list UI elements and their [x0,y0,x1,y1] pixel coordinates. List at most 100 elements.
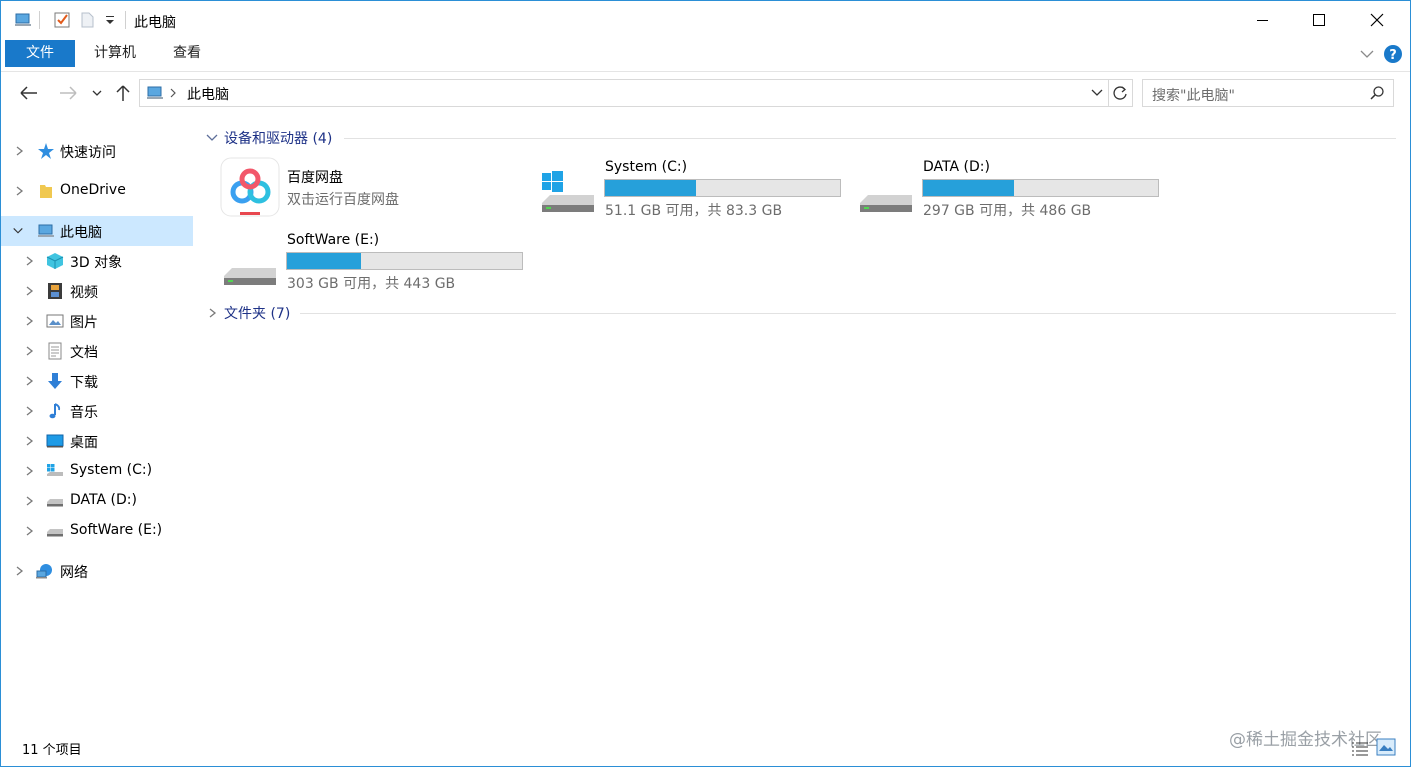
sidebar-item-label: 此电脑 [60,225,102,241]
sidebar-item-label: SoftWare (E:) [70,522,163,538]
close-button[interactable] [1348,1,1406,39]
search-placeholder: 搜索"此电脑" [1152,88,1235,104]
tab-file[interactable]: 文件 [5,40,75,67]
document-icon [48,342,62,360]
chevron-right-icon[interactable] [24,464,36,478]
expand-ribbon-icon[interactable] [1359,47,1375,61]
minimize-button[interactable] [1233,1,1291,39]
content-pane: 设备和驱动器 (4) 百度网盘 双击运行百度网盘 System (C:) 51.… [194,119,1410,739]
close-icon [1370,13,1384,27]
minimize-icon [1257,20,1268,21]
title-bar: 此电脑 [1,1,1410,39]
large-icons-view-icon[interactable] [1376,738,1396,756]
drive-tile-software-e[interactable]: SoftWare (E:) 303 GB 可用，共 443 GB [222,231,532,293]
back-arrow-icon[interactable] [18,84,40,102]
picture-icon [46,314,64,328]
help-icon[interactable]: ? [1383,44,1403,64]
tab-computer[interactable]: 计算机 [83,40,147,67]
maximize-button[interactable] [1290,1,1348,39]
drive-usage-fill [605,180,696,196]
chevron-right-icon[interactable] [14,144,26,158]
refresh-icon [1113,86,1127,100]
properties-icon[interactable] [53,11,71,29]
sidebar-item-quick-access[interactable]: 快速访问 [1,136,193,166]
sidebar-item-label: 快速访问 [60,145,116,161]
chevron-right-icon[interactable] [24,284,36,298]
sidebar-item-system-c[interactable]: System (C:) [1,456,193,486]
drive-icon [224,268,276,285]
chevron-right-icon[interactable] [24,434,36,448]
sidebar-item-network[interactable]: 网络 [1,556,193,586]
svg-text:?: ? [1389,48,1397,63]
network-icon [36,564,52,579]
sidebar-item-label: 图片 [70,315,98,331]
group-header-folders[interactable]: 文件夹 (7) [224,303,290,323]
computer-icon [147,86,163,99]
sidebar-item-downloads[interactable]: 下载 [1,366,193,396]
group-header-devices[interactable]: 设备和驱动器 (4) [224,128,332,148]
new-folder-icon[interactable] [79,11,97,29]
explorer-window: 此电脑 文件 计算机 查看 ? 此电脑 搜索"此电脑" 快速访问 OneDriv… [0,0,1411,767]
sidebar-item-label: OneDrive [60,182,126,198]
recent-locations-icon[interactable] [90,87,104,99]
music-note-icon [49,403,61,419]
customize-toolbar-icon[interactable] [101,11,119,29]
navigation-pane: 快速访问 OneDrive 此电脑 3D 对象 视频 图片 文档 下载 音乐 桌… [1,119,193,739]
refresh-button[interactable] [1107,79,1133,107]
address-dropdown-icon[interactable] [1090,87,1104,99]
chevron-right-icon[interactable] [24,344,36,358]
baidu-netdisk-tile[interactable]: 百度网盘 双击运行百度网盘 [220,157,520,219]
drive-tile-system-c[interactable]: System (C:) 51.1 GB 可用，共 83.3 GB [540,157,850,219]
sidebar-item-label: 下载 [70,375,98,391]
sidebar-item-videos[interactable]: 视频 [1,276,193,306]
sidebar-item-documents[interactable]: 文档 [1,336,193,366]
sidebar-item-music[interactable]: 音乐 [1,396,193,426]
drive-icon [47,529,63,537]
chevron-right-icon[interactable] [24,374,36,388]
status-item-count: 11 个项目 [22,743,82,758]
sidebar-item-onedrive[interactable]: OneDrive [1,176,193,206]
sidebar-item-desktop[interactable]: 桌面 [1,426,193,456]
folder-icon [40,185,52,198]
chevron-right-icon[interactable] [24,494,36,508]
sidebar-item-label: 桌面 [70,435,98,451]
ribbon: 文件 计算机 查看 ? [1,40,1410,72]
chevron-right-icon[interactable] [168,86,178,100]
up-arrow-icon[interactable] [114,83,132,103]
drive-free-space: 297 GB 可用，共 486 GB [923,203,1092,219]
drive-name: SoftWare (E:) [287,232,380,248]
forward-arrow-icon[interactable] [57,84,79,102]
sidebar-item-3d-objects[interactable]: 3D 对象 [1,246,193,276]
sidebar-item-pictures[interactable]: 图片 [1,306,193,336]
chevron-right-icon[interactable] [24,524,36,538]
drive-free-space: 303 GB 可用，共 443 GB [287,276,456,292]
group-divider [300,313,1396,314]
drive-free-space: 51.1 GB 可用，共 83.3 GB [605,203,783,219]
chevron-right-icon[interactable] [14,564,26,578]
drive-icon [860,195,912,212]
download-icon [48,373,62,389]
address-bar[interactable]: 此电脑 [139,79,1109,107]
search-box[interactable]: 搜索"此电脑" [1142,79,1394,107]
sidebar-item-data-d[interactable]: DATA (D:) [1,486,193,516]
chevron-down-icon[interactable] [205,132,219,144]
divider [125,11,126,29]
chevron-right-icon[interactable] [24,254,36,268]
chevron-right-icon[interactable] [24,404,36,418]
details-view-icon[interactable] [1351,740,1369,756]
sidebar-item-this-pc[interactable]: 此电脑 [1,216,193,246]
baidu-netdisk-icon [220,157,280,217]
sidebar-item-label: DATA (D:) [70,492,137,508]
sidebar-item-software-e[interactable]: SoftWare (E:) [1,516,193,546]
cube-icon [46,253,64,269]
address-location[interactable]: 此电脑 [187,84,229,104]
chevron-right-icon[interactable] [207,306,219,320]
chevron-down-icon[interactable] [12,224,24,238]
sidebar-item-label: 3D 对象 [70,255,123,271]
search-icon[interactable] [1369,85,1385,101]
drive-tile-data-d[interactable]: DATA (D:) 297 GB 可用，共 486 GB [858,157,1168,219]
tab-view[interactable]: 查看 [161,40,213,67]
drive-usage-fill [287,253,362,269]
chevron-right-icon[interactable] [14,184,26,198]
chevron-right-icon[interactable] [24,314,36,328]
